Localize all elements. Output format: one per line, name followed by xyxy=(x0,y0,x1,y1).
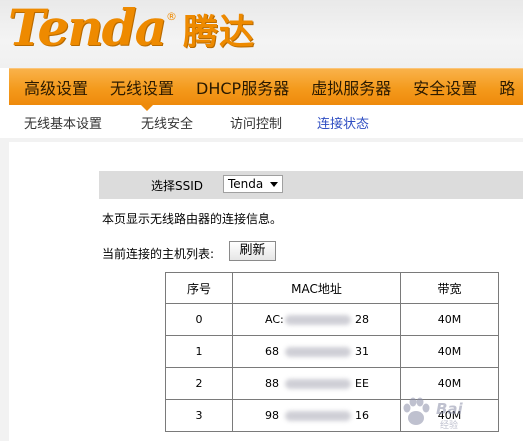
paw-icon xyxy=(403,397,430,425)
row-index: 0 xyxy=(165,303,233,336)
nav-item-advanced[interactable]: 高级设置 xyxy=(24,75,88,99)
table-row: 0 AC: 28 40M xyxy=(165,303,499,336)
mac-prefix: 68 xyxy=(265,345,279,358)
mac-redaction xyxy=(285,411,351,421)
logo-text-cn: 腾达 xyxy=(183,13,256,53)
watermark-sub: 经验 xyxy=(440,421,459,431)
row-bandwidth: 40M xyxy=(400,303,499,336)
mac-suffix: 31 xyxy=(355,345,369,358)
row-mac: 88 EE xyxy=(232,367,401,400)
nav-item-virtual-server[interactable]: 虚拟服务器 xyxy=(311,75,391,99)
mac-suffix: 16 xyxy=(355,409,369,422)
sub-item-wireless-security[interactable]: 无线安全 xyxy=(141,113,193,132)
sub-item-wireless-basic[interactable]: 无线基本设置 xyxy=(24,113,102,132)
header-bandwidth: 带宽 xyxy=(400,272,499,304)
mac-prefix: 88 xyxy=(265,377,279,390)
sub-nav: 无线基本设置 无线安全 访问控制 连接状态 xyxy=(0,110,523,134)
row-bandwidth: 40M xyxy=(400,335,499,368)
header-index: 序号 xyxy=(165,272,233,304)
row-mac: 68 31 xyxy=(232,335,401,368)
table-row: 1 68 31 40M xyxy=(165,335,499,368)
watermark-text: Bai xyxy=(436,400,463,418)
ssid-selected-value: Tenda xyxy=(228,177,264,191)
row-index: 2 xyxy=(165,367,233,400)
mac-redaction xyxy=(285,347,351,357)
header-mac: MAC地址 xyxy=(232,272,401,304)
header: Tenda ® 腾达 xyxy=(0,0,523,68)
nav-item-wireless[interactable]: 无线设置 xyxy=(110,75,174,99)
row-mac: 98 16 xyxy=(232,399,401,432)
ssid-select[interactable]: Tenda xyxy=(223,175,283,193)
ssid-label: 选择SSID xyxy=(151,179,204,193)
table-header-row: 序号 MAC地址 带宽 xyxy=(165,272,499,304)
sub-item-connection-status[interactable]: 连接状态 xyxy=(317,113,369,132)
nav-item-security[interactable]: 安全设置 xyxy=(413,75,477,99)
logo-text-en: Tenda xyxy=(8,0,167,57)
page-description: 本页显示无线路由器的连接信息。 xyxy=(102,212,283,226)
sub-item-access-control[interactable]: 访问控制 xyxy=(230,113,282,132)
mac-redaction xyxy=(285,315,351,325)
baidu-watermark: Bai 经验 xyxy=(398,394,518,434)
mac-suffix: 28 xyxy=(355,313,369,326)
tenda-logo: Tenda ® 腾达 xyxy=(8,0,255,64)
mac-suffix: EE xyxy=(355,377,369,390)
ssid-row: 选择SSID Tenda xyxy=(99,171,523,199)
mac-prefix: 98 xyxy=(265,409,279,422)
main-nav: 高级设置 无线设置 DHCP服务器 虚拟服务器 安全设置 路 xyxy=(9,68,523,105)
nav-item-routing[interactable]: 路 xyxy=(499,75,515,99)
row-index: 1 xyxy=(165,335,233,368)
nav-item-dhcp[interactable]: DHCP服务器 xyxy=(196,75,289,99)
row-index: 3 xyxy=(165,399,233,432)
row-mac: AC: 28 xyxy=(232,303,401,336)
refresh-button[interactable]: 刷新 xyxy=(229,241,276,261)
registered-mark: ® xyxy=(166,10,177,23)
host-list-label: 当前连接的主机列表: xyxy=(102,247,215,261)
dropdown-arrow-icon xyxy=(270,182,278,187)
mac-prefix: AC: xyxy=(265,313,284,326)
mac-redaction xyxy=(285,379,351,389)
